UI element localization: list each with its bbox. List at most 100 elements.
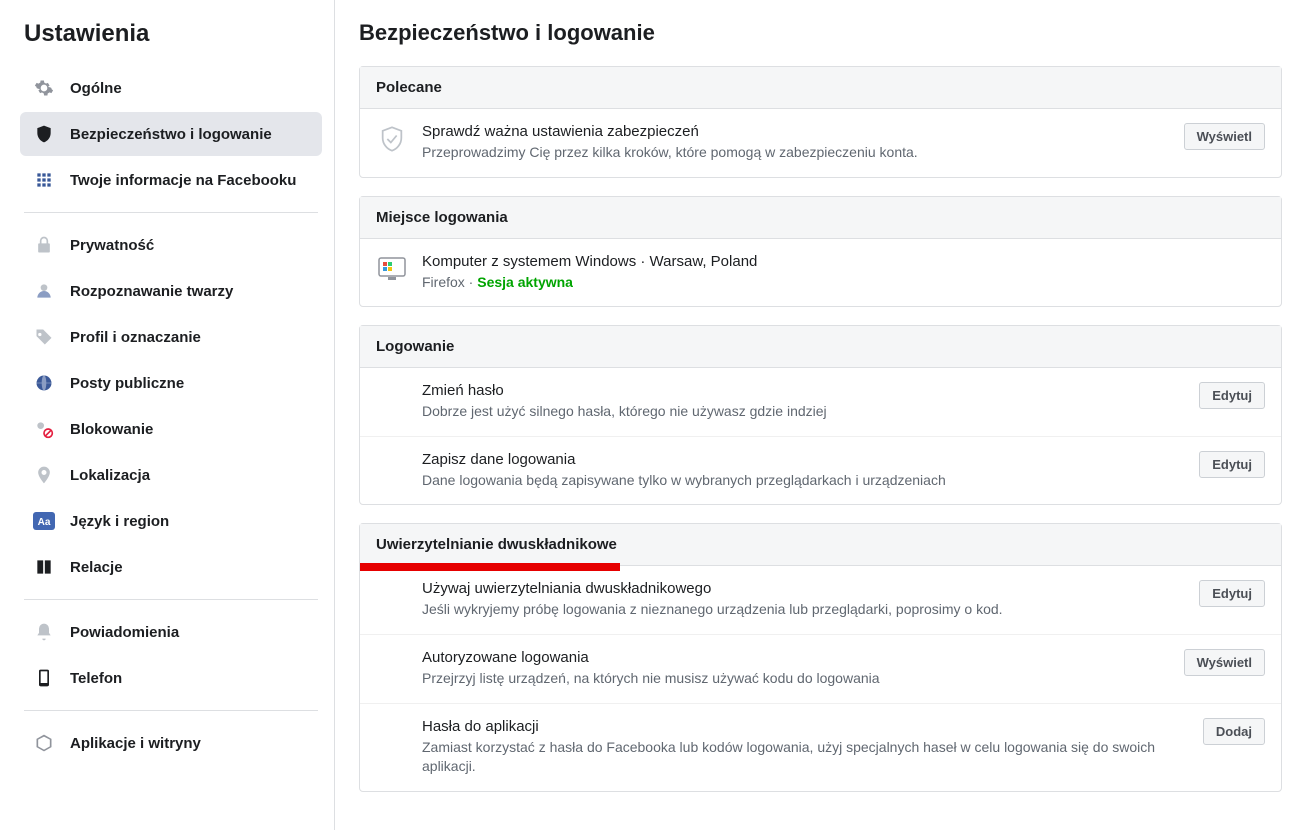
section-recommended: Polecane Sprawdź ważna ustawienia zabezp… bbox=[359, 66, 1282, 178]
row-title: Zapisz dane logowania bbox=[422, 451, 1183, 468]
pin-icon bbox=[32, 463, 56, 487]
section-header: Logowanie bbox=[360, 326, 1281, 368]
bell-icon bbox=[32, 620, 56, 644]
shield-check-icon bbox=[376, 123, 408, 155]
row-sub: Dobrze jest użyć silnego hasła, którego … bbox=[422, 402, 1183, 422]
sidebar: Ustawienia Ogólne Bezpieczeństwo i logow… bbox=[0, 0, 335, 830]
language-icon: Aa bbox=[32, 509, 56, 533]
row-content: Autoryzowane logowania Przejrzyj listę u… bbox=[422, 649, 1168, 689]
row-authorized-logins[interactable]: Autoryzowane logowania Przejrzyj listę u… bbox=[360, 635, 1281, 704]
grid-icon bbox=[32, 168, 56, 192]
cube-icon bbox=[32, 731, 56, 755]
row-save-login[interactable]: Zapisz dane logowania Dane logowania będ… bbox=[360, 437, 1281, 505]
section-two-factor: Uwierzytelnianie dwuskładnikowe Używaj u… bbox=[359, 523, 1282, 791]
edit-button[interactable]: Edytuj bbox=[1199, 451, 1265, 478]
section-login: Logowanie Zmień hasło Dobrze jest użyć s… bbox=[359, 325, 1282, 505]
row-action: Edytuj bbox=[1199, 580, 1265, 607]
view-button[interactable]: Wyświetl bbox=[1184, 123, 1265, 150]
sidebar-item-general[interactable]: Ogólne bbox=[20, 66, 322, 110]
row-change-password[interactable]: Zmień hasło Dobrze jest użyć silnego has… bbox=[360, 368, 1281, 437]
sidebar-item-public-posts[interactable]: Posty publiczne bbox=[20, 361, 322, 405]
row-use-2fa[interactable]: Używaj uwierzytelniania dwuskładnikowego… bbox=[360, 566, 1281, 635]
sidebar-item-profile-tagging[interactable]: Profil i oznaczanie bbox=[20, 315, 322, 359]
phone-icon bbox=[32, 666, 56, 690]
row-title: Zmień hasło bbox=[422, 382, 1183, 399]
sidebar-item-location[interactable]: Lokalizacja bbox=[20, 453, 322, 497]
row-sub: Dane logowania będą zapisywane tylko w w… bbox=[422, 471, 1183, 491]
settings-container: Ustawienia Ogólne Bezpieczeństwo i logow… bbox=[0, 0, 1306, 830]
icon-spacer bbox=[376, 718, 408, 750]
row-app-passwords[interactable]: Hasła do aplikacji Zamiast korzystać z h… bbox=[360, 704, 1281, 791]
row-sub: Przejrzyj listę urządzeń, na których nie… bbox=[422, 669, 1168, 689]
row-title: Komputer z systemem Windows · Warsaw, Po… bbox=[422, 253, 1265, 270]
row-content: Zapisz dane logowania Dane logowania będ… bbox=[422, 451, 1183, 491]
section-header-text: Uwierzytelnianie dwuskładnikowe bbox=[376, 536, 617, 553]
main-content: Bezpieczeństwo i logowanie Polecane Spra… bbox=[335, 0, 1306, 830]
row-action: Edytuj bbox=[1199, 382, 1265, 409]
sidebar-item-notifications[interactable]: Powiadomienia bbox=[20, 610, 322, 654]
row-action: Dodaj bbox=[1203, 718, 1265, 745]
sidebar-label: Relacje bbox=[70, 559, 123, 576]
sidebar-label: Aplikacje i witryny bbox=[70, 735, 201, 752]
icon-spacer bbox=[376, 451, 408, 483]
section-header: Miejsce logowania bbox=[360, 197, 1281, 239]
face-icon bbox=[32, 279, 56, 303]
highlight-underline bbox=[360, 563, 620, 571]
sidebar-item-face-recognition[interactable]: Rozpoznawanie twarzy bbox=[20, 269, 322, 313]
divider bbox=[24, 599, 318, 600]
globe-icon bbox=[32, 371, 56, 395]
row-content: Komputer z systemem Windows · Warsaw, Po… bbox=[422, 253, 1265, 293]
sidebar-label: Posty publiczne bbox=[70, 375, 184, 392]
row-title: Autoryzowane logowania bbox=[422, 649, 1168, 666]
row-session[interactable]: Komputer z systemem Windows · Warsaw, Po… bbox=[360, 239, 1281, 307]
divider bbox=[24, 710, 318, 711]
sidebar-item-privacy[interactable]: Prywatność bbox=[20, 223, 322, 267]
sidebar-label: Telefon bbox=[70, 670, 122, 687]
add-button[interactable]: Dodaj bbox=[1203, 718, 1265, 745]
icon-spacer bbox=[376, 580, 408, 612]
row-sub: Zamiast korzystać z hasła do Facebooka l… bbox=[422, 738, 1187, 777]
row-sub: Przeprowadzimy Cię przez kilka kroków, k… bbox=[422, 143, 1168, 163]
sidebar-title: Ustawienia bbox=[20, 20, 322, 48]
sidebar-label: Twoje informacje na Facebooku bbox=[70, 172, 296, 189]
row-action: Wyświetl bbox=[1184, 649, 1265, 676]
icon-spacer bbox=[376, 649, 408, 681]
row-content: Hasła do aplikacji Zamiast korzystać z h… bbox=[422, 718, 1187, 777]
lock-icon bbox=[32, 233, 56, 257]
sidebar-item-security[interactable]: Bezpieczeństwo i logowanie bbox=[20, 112, 322, 156]
sidebar-label: Blokowanie bbox=[70, 421, 153, 438]
view-button[interactable]: Wyświetl bbox=[1184, 649, 1265, 676]
sidebar-item-stories[interactable]: Relacje bbox=[20, 545, 322, 589]
book-icon bbox=[32, 555, 56, 579]
row-action: Wyświetl bbox=[1184, 123, 1265, 150]
gear-icon bbox=[32, 76, 56, 100]
row-security-checkup[interactable]: Sprawdź ważna ustawienia zabezpieczeń Pr… bbox=[360, 109, 1281, 177]
sidebar-label: Bezpieczeństwo i logowanie bbox=[70, 126, 272, 143]
row-title: Hasła do aplikacji bbox=[422, 718, 1187, 735]
edit-button[interactable]: Edytuj bbox=[1199, 382, 1265, 409]
sidebar-label: Rozpoznawanie twarzy bbox=[70, 283, 233, 300]
sidebar-item-language[interactable]: Aa Język i region bbox=[20, 499, 322, 543]
session-status: Sesja aktywna bbox=[477, 274, 573, 290]
svg-text:Aa: Aa bbox=[38, 517, 51, 528]
sidebar-label: Powiadomienia bbox=[70, 624, 179, 641]
row-sub: Firefox · Sesja aktywna bbox=[422, 273, 1265, 293]
section-header: Polecane bbox=[360, 67, 1281, 109]
sidebar-label: Język i region bbox=[70, 513, 169, 530]
sidebar-item-mobile[interactable]: Telefon bbox=[20, 656, 322, 700]
icon-spacer bbox=[376, 382, 408, 414]
row-content: Zmień hasło Dobrze jest użyć silnego has… bbox=[422, 382, 1183, 422]
browser-label: Firefox · bbox=[422, 274, 477, 290]
sidebar-item-your-info[interactable]: Twoje informacje na Facebooku bbox=[20, 158, 322, 202]
section-header: Uwierzytelnianie dwuskładnikowe bbox=[360, 524, 1281, 566]
sidebar-label: Profil i oznaczanie bbox=[70, 329, 201, 346]
sidebar-label: Ogólne bbox=[70, 80, 122, 97]
sidebar-item-apps[interactable]: Aplikacje i witryny bbox=[20, 721, 322, 765]
row-title: Sprawdź ważna ustawienia zabezpieczeń bbox=[422, 123, 1168, 140]
section-where-logged-in: Miejsce logowania Komputer z systemem Wi… bbox=[359, 196, 1282, 308]
edit-button[interactable]: Edytuj bbox=[1199, 580, 1265, 607]
row-action: Edytuj bbox=[1199, 451, 1265, 478]
row-sub: Jeśli wykryjemy próbę logowania z niezna… bbox=[422, 600, 1183, 620]
sidebar-item-blocking[interactable]: Blokowanie bbox=[20, 407, 322, 451]
page-title: Bezpieczeństwo i logowanie bbox=[359, 20, 1282, 46]
